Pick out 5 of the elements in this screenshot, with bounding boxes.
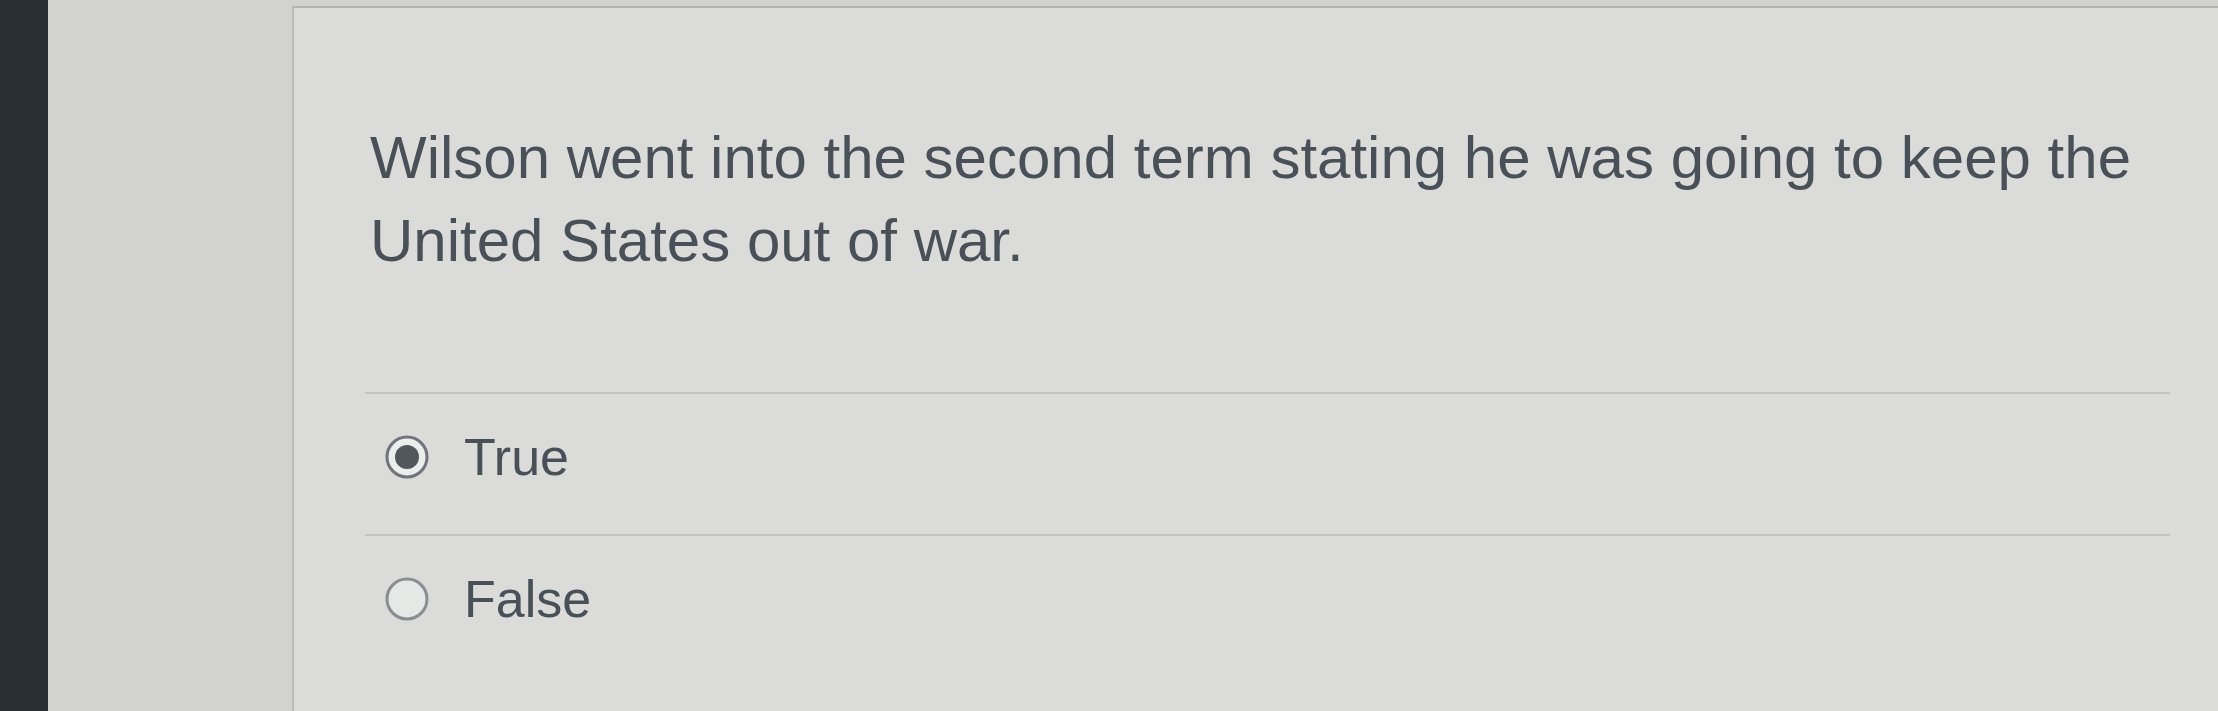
radio-button[interactable]	[385, 577, 429, 621]
option-label[interactable]: False	[464, 567, 592, 631]
radio-button[interactable]	[385, 435, 429, 479]
option-label[interactable]: True	[464, 425, 569, 489]
question-text: Wilson went into the second term stating he was going to keep the United States out of war.	[370, 123, 2132, 276]
